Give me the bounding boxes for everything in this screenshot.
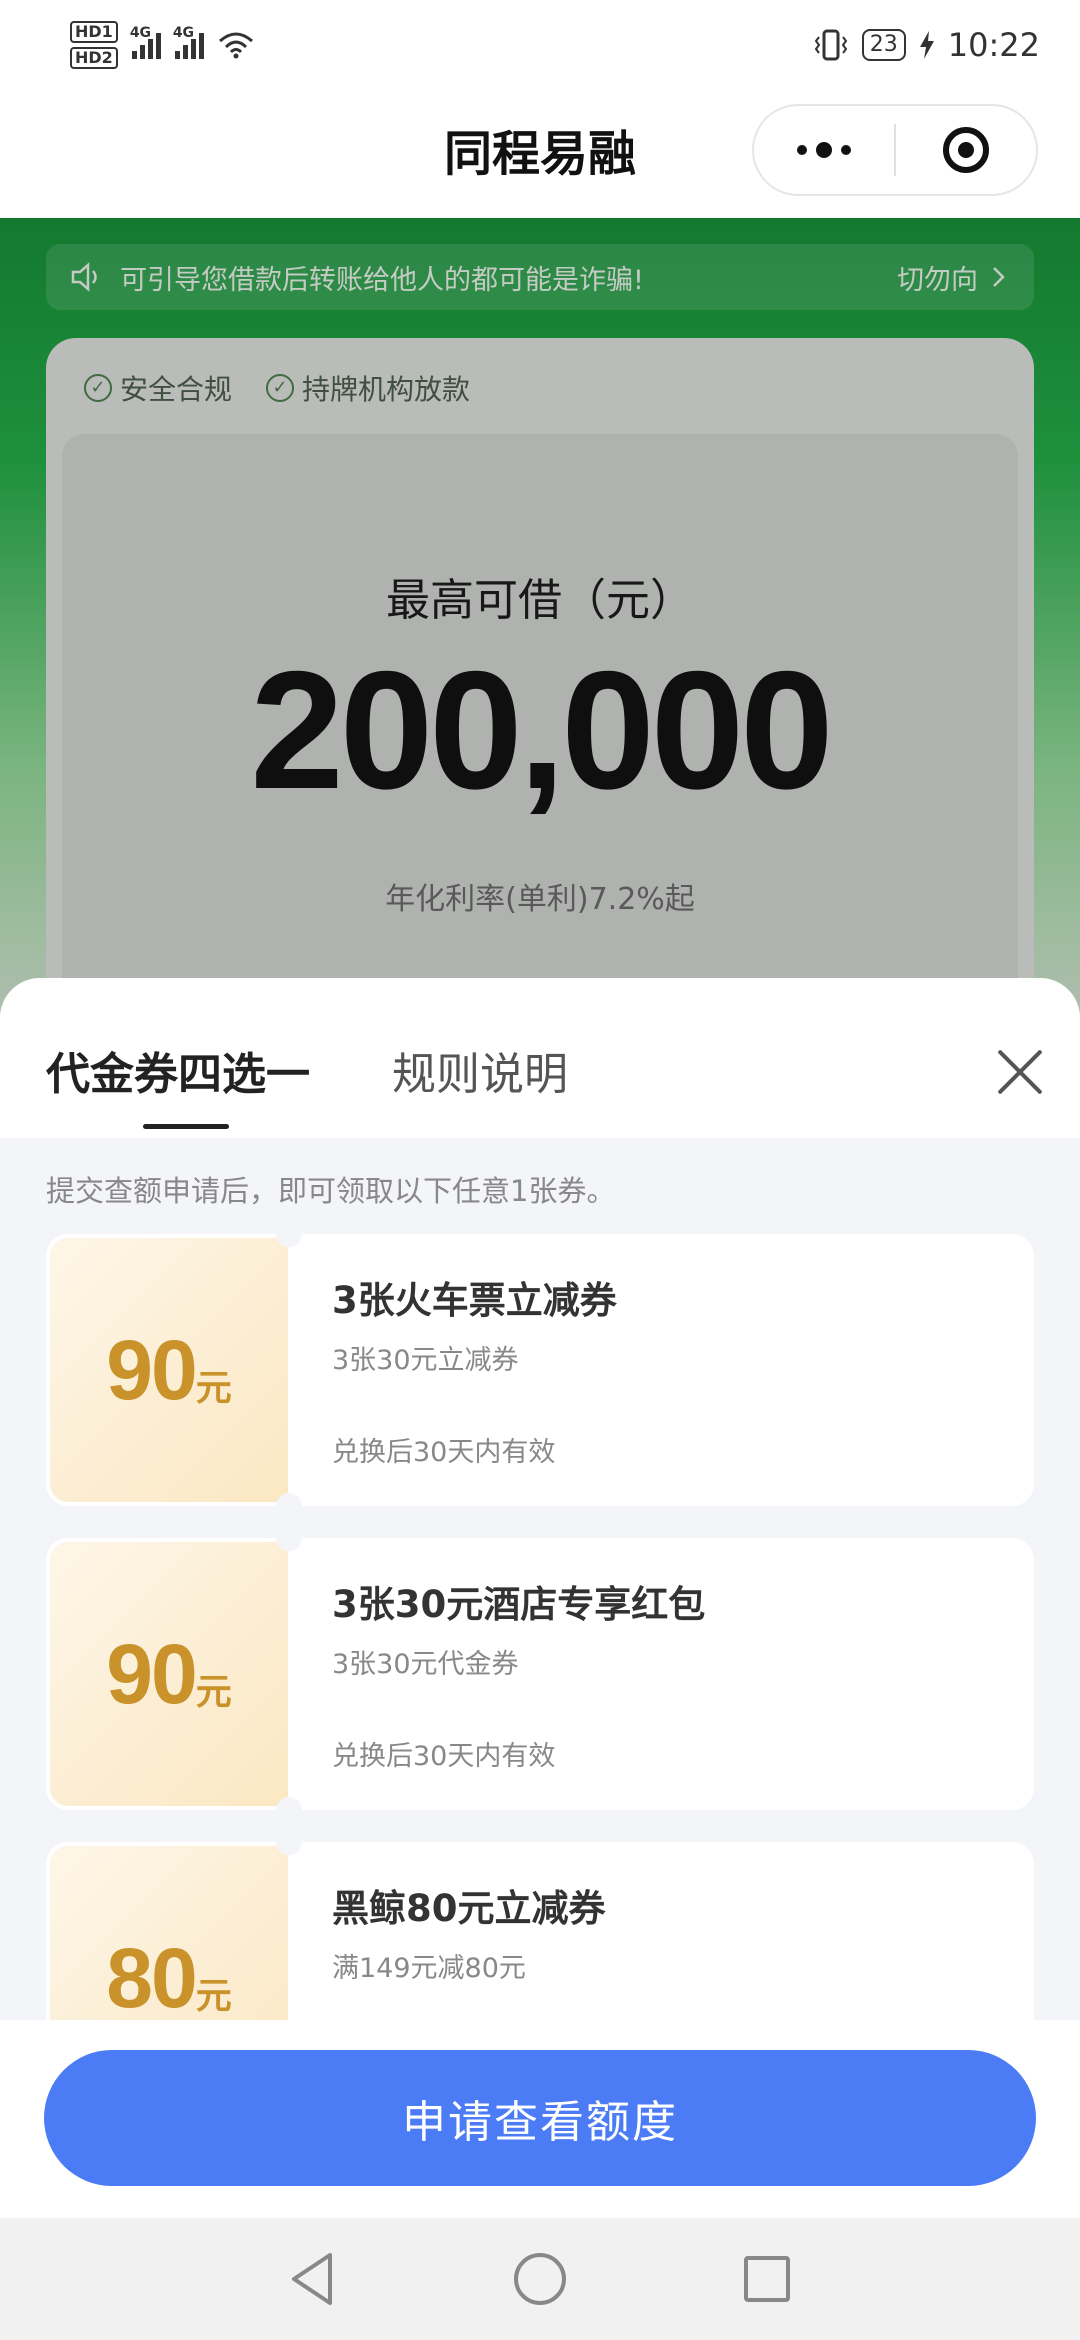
coupon-amount: 90: [106, 1322, 197, 1417]
recents-button[interactable]: [737, 2249, 797, 2309]
wifi-icon: [218, 32, 253, 59]
signal2-icon: 4G: [173, 25, 204, 59]
coupon-notch: [276, 1493, 302, 1506]
vibrate-icon: [814, 29, 848, 61]
status-right: 23 10:22: [814, 26, 1040, 64]
clock: 10:22: [947, 26, 1040, 64]
system-nav-bar: [0, 2218, 1080, 2340]
coupon-desc: 3张30元代金券: [332, 1649, 519, 1680]
coupon-card[interactable]: 90 元 3张30元酒店专享红包 3张30元代金券 兑换后30天内有效: [46, 1538, 1034, 1810]
home-button[interactable]: [510, 2249, 570, 2309]
coupon-name: 黑鲸80元立减券: [332, 1887, 606, 1930]
recents-square-icon: [743, 2256, 790, 2302]
coupon-validity: 兑换后30天内有效: [332, 1437, 556, 1468]
net1-label: 4G: [129, 25, 152, 41]
sim1-label: HD1: [70, 21, 118, 43]
sim2-label: HD2: [70, 47, 118, 69]
coupon-name: 3张火车票立减券: [332, 1279, 617, 1322]
back-button[interactable]: [283, 2249, 343, 2309]
back-triangle-icon: [292, 2253, 333, 2305]
sim-indicators: HD1 HD2: [70, 21, 118, 69]
coupon-unit: 元: [195, 1672, 232, 1713]
coupon-notch: [276, 1797, 302, 1810]
charging-icon: [919, 31, 934, 59]
battery-level: 23: [861, 29, 906, 61]
signal1-icon: 4G: [130, 25, 161, 59]
sheet-header: 代金券四选一 规则说明: [0, 978, 1080, 1138]
coupon-value: 90 元: [50, 1238, 288, 1502]
apply-button[interactable]: 申请查看额度: [44, 2050, 1036, 2186]
coupon-validity: 兑换后30天内有效: [332, 1741, 556, 1772]
status-bar: HD1 HD2 4G 4G 23 10:22: [0, 0, 1080, 90]
coupon-desc: 3张30元立减券: [332, 1345, 519, 1376]
coupon-amount: 90: [106, 1626, 197, 1721]
coupon-value: 90 元: [50, 1542, 288, 1806]
exit-button[interactable]: [896, 106, 1036, 194]
status-left: HD1 HD2 4G 4G: [70, 21, 254, 69]
action-area: 申请查看额度: [0, 2020, 1080, 2218]
home-circle-icon: [513, 2253, 566, 2305]
modal-overlay[interactable]: [0, 218, 1080, 1018]
tab-indicator: [143, 1124, 229, 1129]
more-button[interactable]: [754, 106, 894, 194]
close-icon[interactable]: [994, 1046, 1046, 1098]
miniapp-capsule: [752, 104, 1038, 196]
sheet-tip: 提交查额申请后，即可领取以下任意1张券。: [46, 1174, 616, 1208]
more-dots-icon: [797, 142, 851, 158]
net2-label: 4G: [172, 25, 195, 41]
coupon-unit: 元: [195, 1368, 232, 1409]
target-icon: [943, 127, 989, 173]
title-bar: 同程易融: [0, 90, 1080, 218]
tab-rules[interactable]: 规则说明: [392, 1038, 568, 1102]
tab-coupons[interactable]: 代金券四选一: [46, 1038, 310, 1102]
coupon-amount: 80: [106, 1930, 197, 2025]
coupon-name: 3张30元酒店专享红包: [332, 1583, 706, 1626]
coupon-desc: 满149元减80元: [332, 1953, 526, 1984]
coupon-unit: 元: [195, 1976, 232, 2017]
coupon-card[interactable]: 90 元 3张火车票立减券 3张30元立减券 兑换后30天内有效: [46, 1234, 1034, 1506]
